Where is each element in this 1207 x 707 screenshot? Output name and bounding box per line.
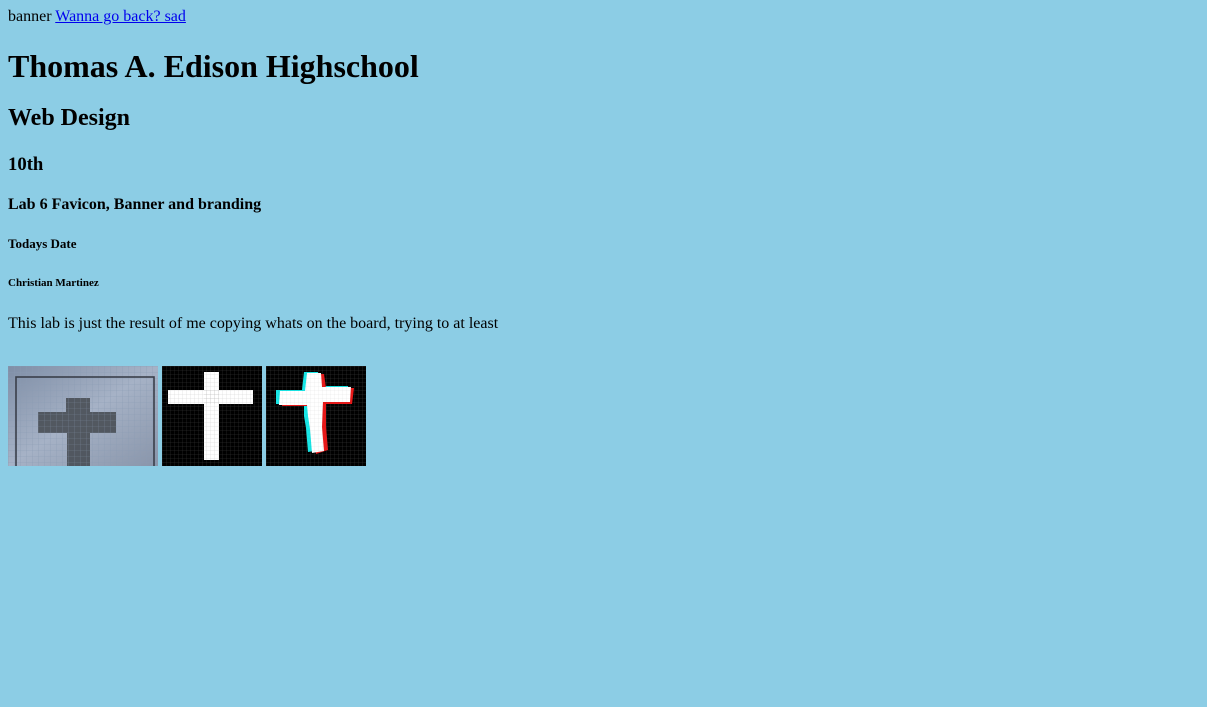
lab-description: This lab is just the result of me copyin… — [8, 315, 499, 332]
date-heading: Todays Date — [8, 236, 77, 251]
lab-heading: Lab 6 Favicon, Banner and branding — [8, 196, 262, 213]
back-link[interactable]: Wanna go back? sad — [55, 8, 186, 25]
school-title: Thomas A. Edison Highschool — [8, 48, 419, 84]
banner-alt-text: banner — [8, 8, 52, 25]
cross-glitch-pixel-grid — [266, 366, 366, 466]
grade-heading: 10th — [8, 154, 44, 175]
course-title: Web Design — [8, 105, 131, 131]
cross-pixel-grid — [162, 366, 262, 466]
author-heading: Christian Martinez — [8, 277, 99, 289]
banner-image: banner — [8, 7, 52, 26]
top-bar: banner Wanna go back? sad — [8, 7, 186, 26]
cross-sketch-photo — [8, 366, 158, 466]
